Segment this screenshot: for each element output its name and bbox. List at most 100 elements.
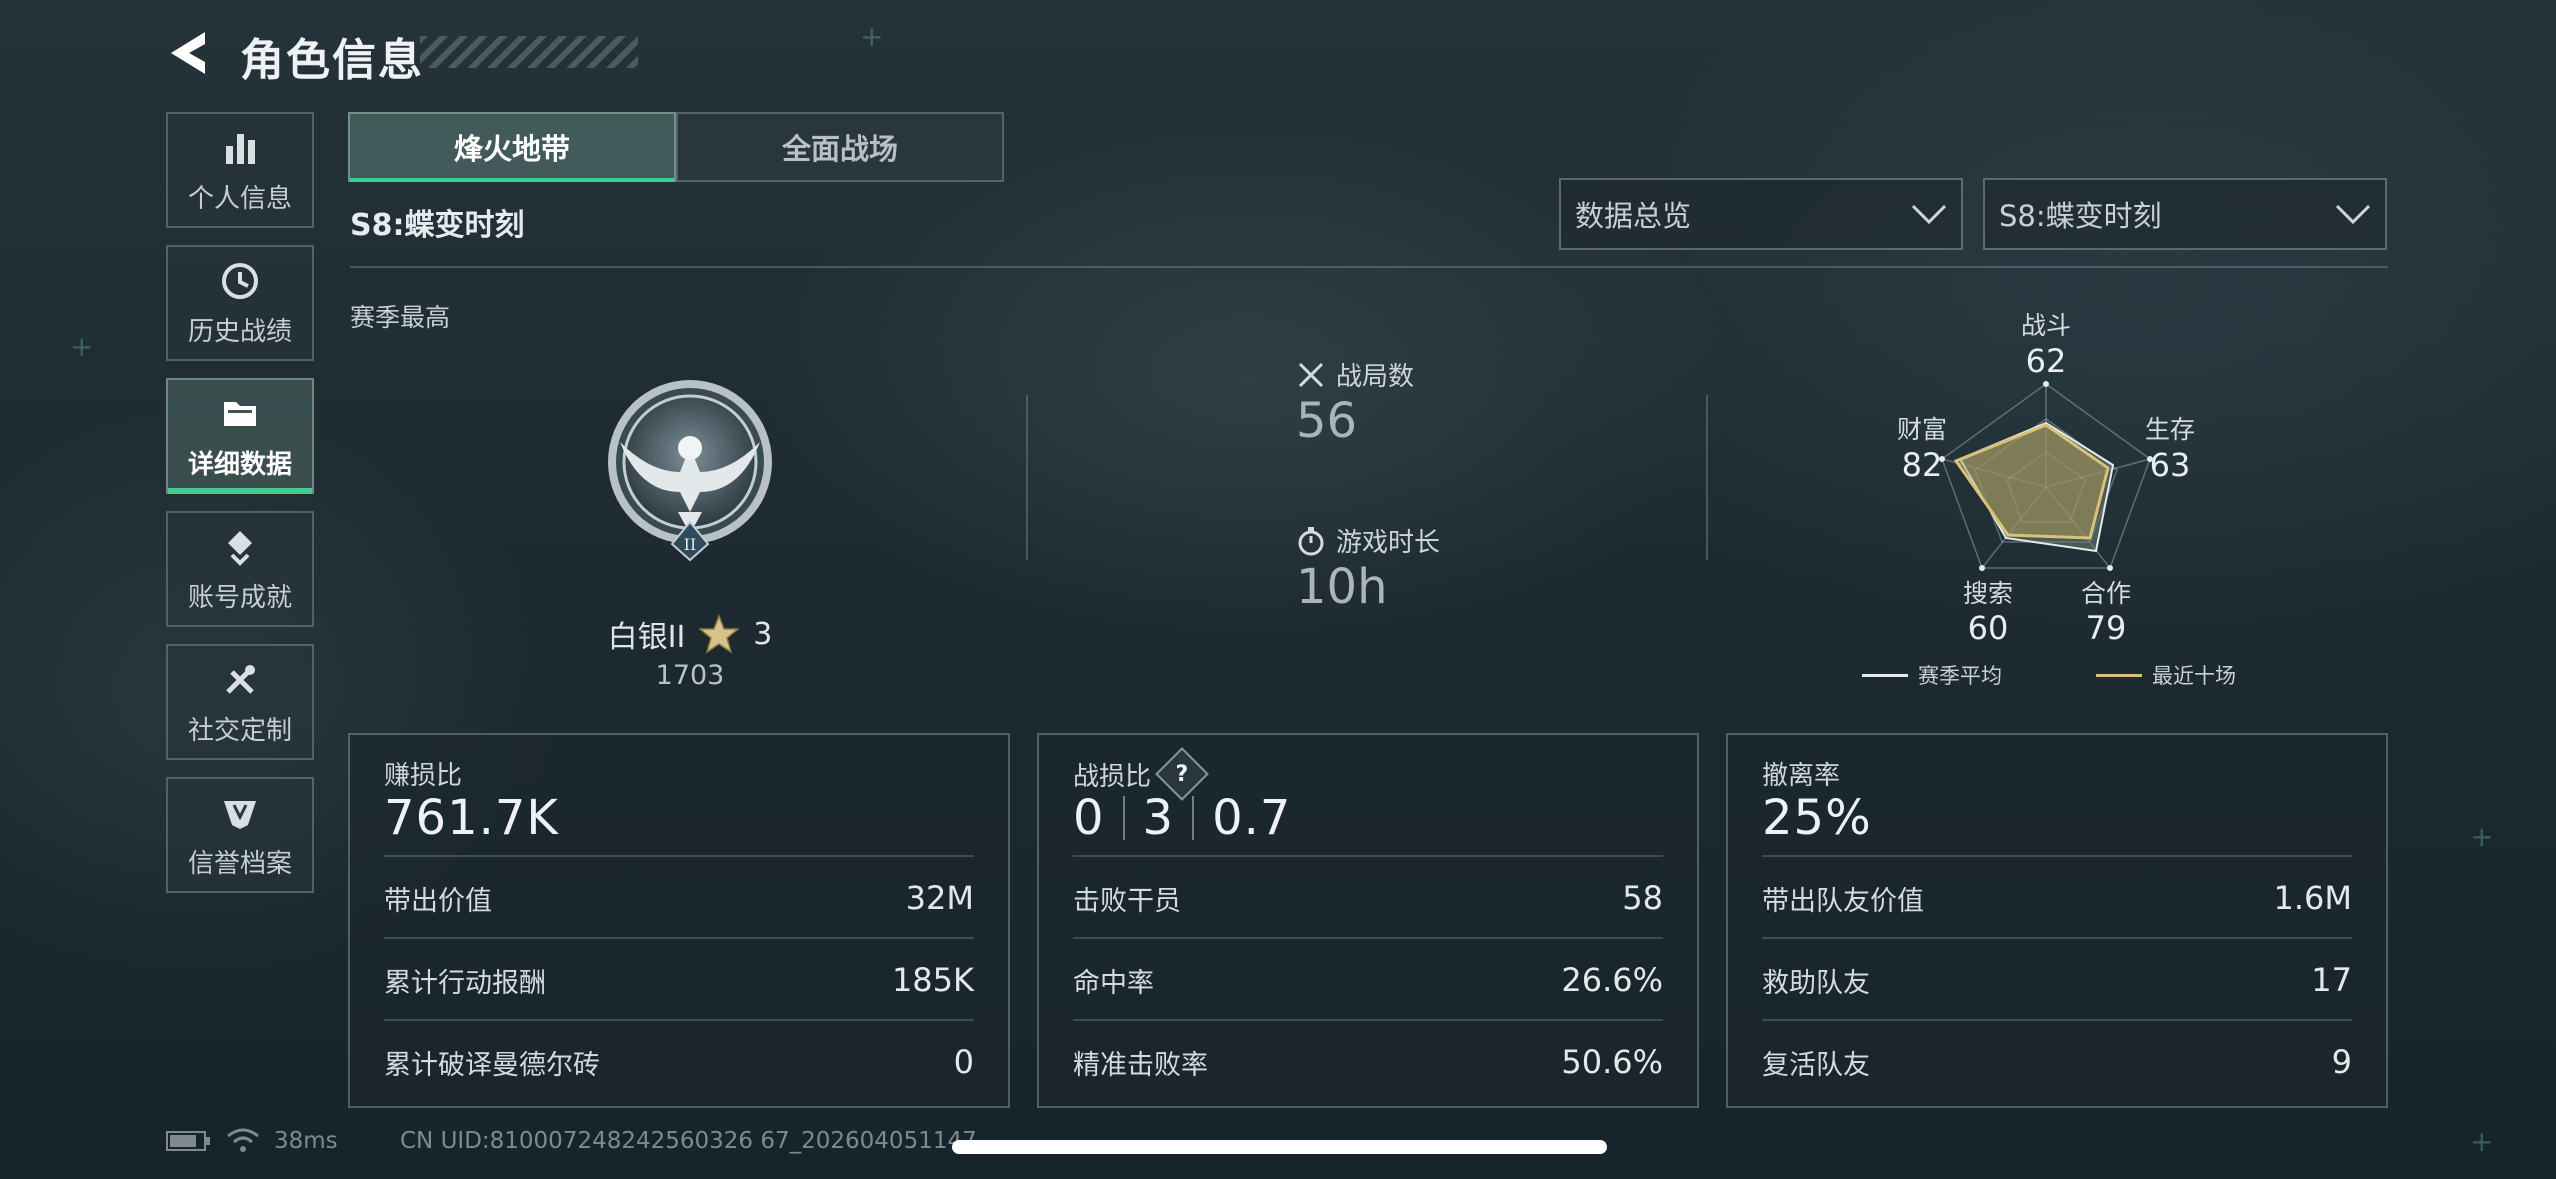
- row-value: 26.6%: [1561, 961, 1663, 999]
- row-value: 58: [1622, 879, 1663, 917]
- dropdown-value: S8:蝶变时刻: [1999, 199, 2162, 233]
- sidebar-item-history[interactable]: 历史战绩: [166, 245, 314, 361]
- card-value: 761.7K: [384, 790, 559, 846]
- row-value: 0: [953, 1043, 974, 1081]
- uid-text: CN UID:810007248242560326 67_20260405114…: [400, 1128, 977, 1154]
- card-label: 赚损比: [384, 761, 463, 791]
- decor-plus: +: [2470, 1125, 2494, 1158]
- radar-axis-label: 搜索: [1962, 579, 2013, 608]
- card-row: 救助队友 17: [1762, 937, 2352, 1021]
- radar-axis-value: 82: [1901, 446, 1943, 484]
- kd-ratio: 0.7: [1212, 790, 1292, 846]
- folder-icon: [224, 401, 256, 426]
- card-row: 累计行动报酬 185K: [384, 937, 974, 1021]
- radar-axis-label: 战斗: [2020, 311, 2071, 340]
- legend-swatch: [2096, 673, 2142, 677]
- kd-deaths: 3: [1142, 790, 1175, 846]
- card-row: 精准击败率 50.6%: [1073, 1019, 1663, 1103]
- home-indicator[interactable]: [952, 1140, 1607, 1154]
- row-label: 精准击败率: [1073, 1049, 1208, 1081]
- row-label: 带出价值: [384, 885, 492, 917]
- card-row: 击败干员 58: [1073, 855, 1663, 939]
- radar-axis-label: 生存: [2144, 415, 2195, 444]
- matches-label: 战局数: [1336, 362, 1415, 392]
- kd-values: 0 3 0.7: [1073, 790, 1291, 846]
- row-label: 累计行动报酬: [384, 967, 546, 999]
- rank-name: 白银II: [607, 620, 686, 655]
- radar-axis-label: 财富: [1896, 415, 1947, 444]
- tab-fenghuo[interactable]: 烽火地带: [348, 112, 676, 182]
- card-label: 战损比: [1073, 761, 1152, 792]
- card-row: 累计破译曼德尔砖 0: [384, 1019, 974, 1103]
- kd-separator: [1122, 796, 1125, 840]
- divider-vertical: [1026, 395, 1028, 560]
- sidebar-item-detailed-data[interactable]: 详细数据: [166, 378, 314, 494]
- sidebar-item-label: 社交定制: [187, 715, 292, 746]
- card-label-row: 战损比 ?: [1073, 747, 1209, 801]
- sidebar-item-social-custom[interactable]: 社交定制: [166, 644, 314, 760]
- battery-icon: [166, 1130, 212, 1158]
- row-label: 复活队友: [1762, 1049, 1870, 1081]
- card-row: 复活队友 9: [1762, 1019, 2352, 1103]
- row-label: 带出队友价值: [1762, 885, 1924, 917]
- view-dropdown[interactable]: 数据总览: [1559, 178, 1963, 250]
- crossed-swords-icon: [1298, 362, 1324, 387]
- sidebar-item-label: 详细数据: [187, 449, 292, 480]
- radar-axis-value: 63: [2149, 446, 2191, 484]
- chevron-down-icon: [2335, 204, 2371, 225]
- profit-loss-card: 赚损比 761.7K 带出价值 32M 累计行动报酬 185K 累计破译曼德尔砖…: [348, 733, 1010, 1108]
- radar-axis-value: 60: [1967, 609, 2009, 647]
- playtime-stat: 游戏时长 10h: [1296, 522, 1440, 615]
- section-label: 赛季最高: [350, 303, 451, 332]
- card-row: 命中率 26.6%: [1073, 937, 1663, 1021]
- decor-plus: +: [860, 20, 884, 53]
- legend-swatch: [1862, 673, 1908, 677]
- rank-score: 1703: [655, 660, 725, 691]
- sidebar-item-personal-info[interactable]: 个人信息: [166, 112, 314, 228]
- badge-numeral: II: [684, 535, 697, 554]
- bar-chart-icon: [226, 133, 255, 164]
- kd-card: 战损比 ? 0 3 0.7 击败干员 58 命中率 26.6% 精准击败率 50…: [1037, 733, 1699, 1108]
- row-value: 185K: [891, 961, 974, 999]
- star-icon: [699, 614, 740, 654]
- row-value: 50.6%: [1561, 1043, 1663, 1081]
- sidebar-item-label: 历史战绩: [187, 316, 292, 347]
- card-row: 带出队友价值 1.6M: [1762, 855, 2352, 939]
- chevron-down-icon: [1911, 204, 1947, 225]
- row-value: 17: [2311, 961, 2352, 999]
- decor-plus: +: [2470, 820, 2494, 853]
- title-stripe-decoration: [420, 36, 638, 68]
- matches-stat: 战局数 56: [1296, 356, 1414, 449]
- playtime-label: 游戏时长: [1336, 528, 1441, 558]
- kd-kills: 0: [1073, 790, 1105, 846]
- radar-legend-recent-ten: 最近十场: [2096, 660, 2236, 690]
- season-dropdown[interactable]: S8:蝶变时刻: [1983, 178, 2387, 250]
- tab-all-front[interactable]: 全面战场: [676, 112, 1004, 182]
- card-label: 撤离率: [1762, 761, 1841, 791]
- card-value: 25%: [1762, 790, 1872, 846]
- stopwatch-icon: [1298, 526, 1324, 555]
- matches-value: 56: [1296, 393, 1358, 449]
- row-value: 1.6M: [2273, 879, 2353, 917]
- radar-axis-value: 62: [2025, 342, 2067, 380]
- sidebar-item-achievements[interactable]: 账号成就: [166, 511, 314, 627]
- row-value: 32M: [905, 879, 974, 917]
- kd-separator: [1192, 796, 1195, 840]
- sidebar-item-label: 个人信息: [187, 183, 292, 214]
- row-label: 累计破译曼德尔砖: [384, 1049, 600, 1081]
- playtime-value: 10h: [1296, 559, 1388, 615]
- eagle-rank-emblem: II: [608, 380, 772, 562]
- back-arrow-icon: [171, 32, 205, 74]
- extraction-card: 撤离率 25% 带出队友价值 1.6M 救助队友 17 复活队友 9: [1726, 733, 2388, 1108]
- wifi-icon: [226, 1126, 260, 1160]
- rank-badge: II: [600, 372, 780, 562]
- row-label: 救助队友: [1762, 967, 1870, 999]
- card-row: 带出价值 32M: [384, 855, 974, 939]
- rank-name-row: 白银II 3: [560, 612, 820, 656]
- history-clock-icon: [222, 262, 258, 299]
- radar-axis-label: 合作: [2080, 579, 2131, 608]
- row-label: 命中率: [1073, 967, 1154, 999]
- sidebar-item-credit[interactable]: 信誉档案: [166, 777, 314, 893]
- back-button[interactable]: [165, 28, 213, 78]
- sidebar-item-label: 账号成就: [187, 582, 292, 613]
